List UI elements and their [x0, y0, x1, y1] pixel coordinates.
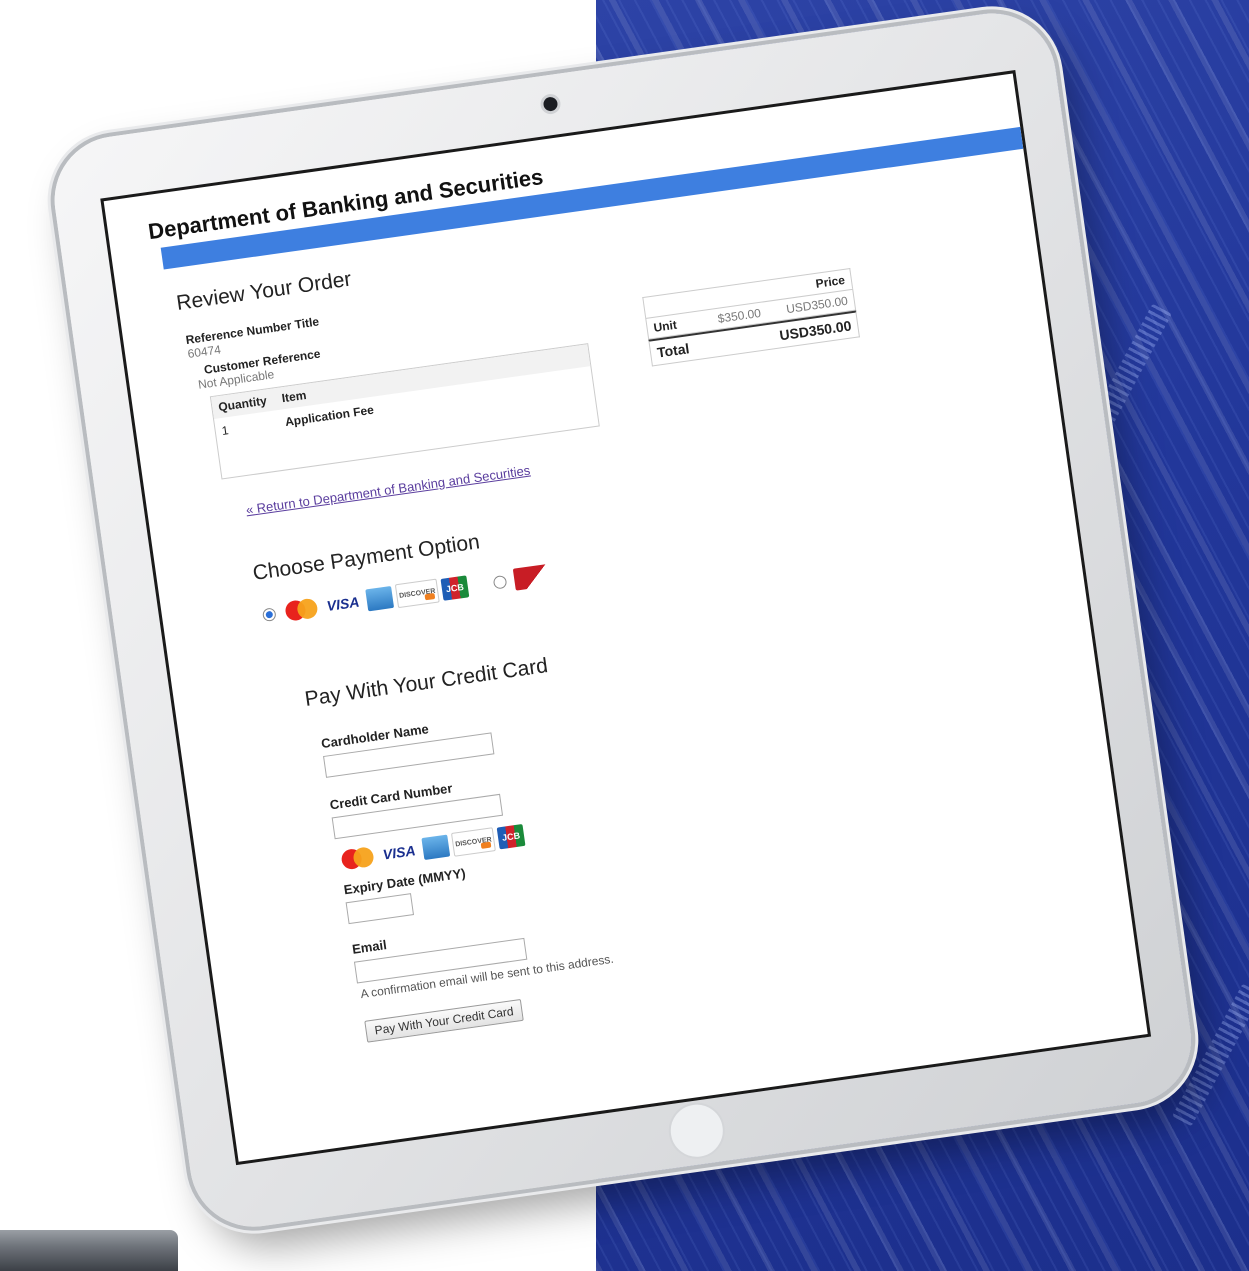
- mastercard-icon: [282, 596, 321, 623]
- order-totals: Price Unit $350.00 USD 350.00 Total USD …: [642, 267, 860, 367]
- mastercard-icon: [338, 845, 377, 872]
- row-item: Application Fee: [284, 402, 375, 430]
- visa-icon: VISA: [325, 593, 361, 615]
- return-to-department-link[interactable]: « Return to Department of Banking and Se…: [245, 463, 531, 518]
- amex-icon: [365, 585, 395, 612]
- total-amount: 350.00: [807, 317, 853, 340]
- row-quantity: 1: [220, 423, 230, 438]
- option-spacer: [472, 583, 490, 586]
- credit-card-radio[interactable]: [261, 606, 277, 622]
- tablet-device: Department of Banking and Securities Rev…: [46, 5, 1200, 1235]
- total-currency: USD: [778, 323, 810, 344]
- pay-with-credit-card-button[interactable]: Pay With Your Credit Card: [364, 998, 524, 1043]
- credit-card-heading: Pay With Your Credit Card: [303, 654, 550, 711]
- line-price: 350.00: [810, 293, 849, 313]
- department-header: Department of Banking and Securities: [107, 95, 1026, 290]
- interac-icon: [512, 563, 554, 591]
- interac-radio[interactable]: [492, 574, 508, 590]
- home-button: [665, 1099, 729, 1163]
- tablet-screen: Department of Banking and Securities Rev…: [100, 70, 1152, 1166]
- amex-icon: [421, 834, 451, 860]
- discover-icon: DISCOVER: [450, 827, 496, 857]
- jcb-icon: JCB: [440, 575, 470, 601]
- visa-icon: VISA: [381, 842, 417, 863]
- jcb-icon: JCB: [496, 823, 526, 850]
- email-label: Email: [351, 937, 388, 957]
- item-column-header: Item: [280, 387, 308, 406]
- laptop-edge: [0, 1230, 178, 1271]
- expiry-date-input[interactable]: [345, 893, 415, 925]
- unit-currency: USD: [785, 298, 813, 317]
- expiry-date-label: Expiry Date (MMYY): [342, 865, 467, 898]
- discover-icon: DISCOVER: [394, 578, 440, 609]
- camera-icon: [542, 96, 559, 112]
